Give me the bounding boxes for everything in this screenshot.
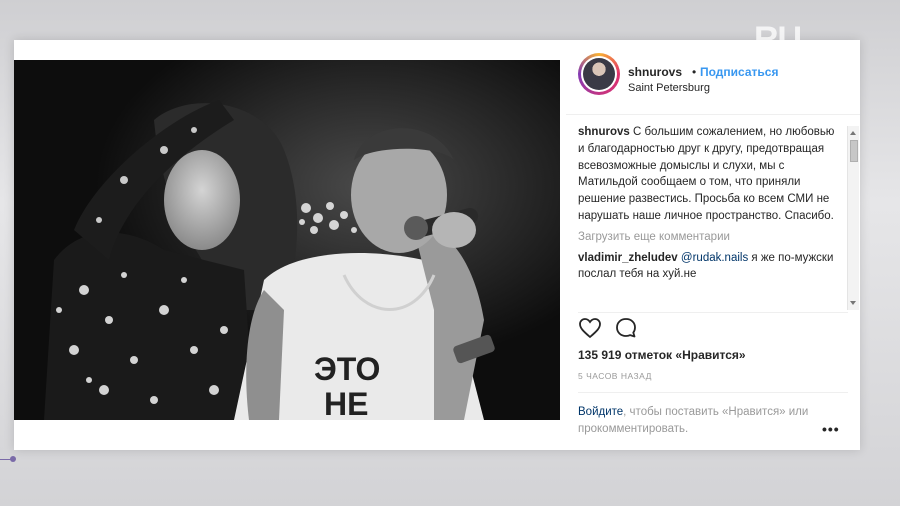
- post-timestamp[interactable]: 5 ЧАСОВ НАЗАД: [578, 371, 652, 381]
- divider: [578, 392, 848, 393]
- post-sidebar: shnurovs • Подписаться Saint Petersburg …: [566, 40, 860, 450]
- comments-list[interactable]: shnurovs С большим сожалением, но любовь…: [578, 124, 842, 306]
- post-header: shnurovs • Подписаться Saint Petersburg: [566, 40, 860, 115]
- chevron-up-icon[interactable]: [850, 131, 856, 135]
- channel-watermark: RU: [754, 20, 802, 58]
- avatar[interactable]: [578, 53, 620, 95]
- login-prompt: Войдите, чтобы поставить «Нравится» или …: [578, 404, 828, 438]
- caption: shnurovs С большим сожалением, но любовь…: [578, 124, 842, 225]
- more-options-icon[interactable]: •••: [822, 421, 840, 437]
- location-link[interactable]: Saint Petersburg: [628, 82, 710, 94]
- comments-scrollbar[interactable]: [847, 126, 859, 310]
- comment-username[interactable]: vladimir_zheludev: [578, 252, 678, 264]
- divider: [578, 312, 848, 313]
- photo-image: ЭТО НЕ: [14, 60, 560, 420]
- avatar-ring: [581, 56, 617, 92]
- avatar-image: [583, 58, 615, 90]
- caption-username[interactable]: shnurovs: [578, 126, 630, 138]
- load-more-comments-button[interactable]: Загрузить еще комментарии: [578, 229, 842, 246]
- shirt-print-2: НЕ: [324, 386, 368, 420]
- likes-count[interactable]: 135 919 отметок «Нравится»: [578, 348, 746, 362]
- timeline-dot: [10, 456, 16, 462]
- scrollbar-thumb[interactable]: [850, 140, 858, 162]
- caption-text: С большим сожалением, но любовью и благо…: [578, 126, 835, 222]
- comment-icon[interactable]: [614, 316, 638, 340]
- shirt-print: ЭТО: [314, 351, 380, 387]
- username-link[interactable]: shnurovs: [628, 65, 682, 79]
- chevron-down-icon[interactable]: [850, 301, 856, 305]
- heart-icon[interactable]: [578, 316, 602, 340]
- follow-button[interactable]: Подписаться: [700, 65, 778, 79]
- list-item: vladimir_zheludev @rudak.nails я же по-м…: [578, 250, 842, 284]
- post-photo: ЭТО НЕ: [14, 60, 560, 420]
- separator-dot: •: [692, 65, 697, 79]
- login-link[interactable]: Войдите: [578, 406, 623, 418]
- comment-mention[interactable]: @rudak.nails: [681, 252, 748, 264]
